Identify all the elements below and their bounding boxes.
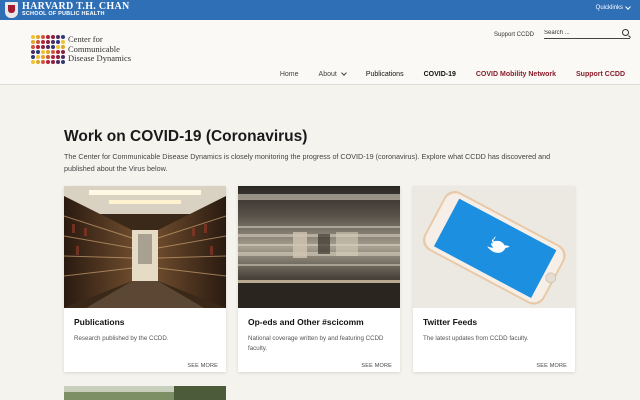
phone-twitter-image <box>413 186 575 308</box>
logo-dot <box>46 35 50 39</box>
logo-line-3: Disease Dynamics <box>68 53 132 63</box>
logo-dot <box>41 35 45 39</box>
utility-bar: Support CCDD <box>494 29 630 39</box>
logo-dot <box>51 35 55 39</box>
logo-dot <box>61 55 65 59</box>
logo-dot <box>61 60 65 64</box>
search-form <box>544 29 630 39</box>
nav-support-ccdd[interactable]: Support CCDD <box>576 71 625 78</box>
card-partial-image[interactable] <box>64 386 226 400</box>
search-icon[interactable] <box>622 29 629 36</box>
logo-dot <box>31 40 35 44</box>
nav-about[interactable]: About <box>318 70 347 78</box>
logo-dot <box>31 35 35 39</box>
logo-dot <box>56 55 60 59</box>
logo-dot <box>56 40 60 44</box>
ccdd-logo-text[interactable]: Center for Communicable Disease Dynamics <box>68 34 132 64</box>
logo-dot <box>36 50 40 54</box>
logo-dot <box>31 45 35 49</box>
logo-dot <box>41 50 45 54</box>
logo-dot <box>46 50 50 54</box>
card-description: National coverage written by and featuri… <box>248 335 384 352</box>
logo-dot <box>56 45 60 49</box>
logo-dot <box>31 60 35 64</box>
logo-dot <box>41 55 45 59</box>
logo-dot <box>46 45 50 49</box>
nav-home[interactable]: Home <box>280 71 299 78</box>
card-title: Twitter Feeds <box>423 317 478 327</box>
logo-dot <box>61 35 65 39</box>
library-stacks-image <box>64 186 226 308</box>
logo-dot <box>51 40 55 44</box>
logo-dot <box>51 50 55 54</box>
support-ccdd-link[interactable]: Support CCDD <box>494 32 534 38</box>
see-more-link[interactable]: SEE MORE <box>536 363 567 369</box>
quicklinks-menu[interactable]: Quicklinks <box>595 4 631 11</box>
logo-dot <box>41 45 45 49</box>
logo-dot <box>61 50 65 54</box>
motion-blur-train-image <box>238 186 400 308</box>
chevron-down-icon <box>340 70 347 76</box>
logo-dot <box>36 40 40 44</box>
logo-dot <box>56 60 60 64</box>
logo-dot <box>36 60 40 64</box>
logo-dot <box>31 50 35 54</box>
logo-dot <box>51 55 55 59</box>
main-nav: Home About Publications COVID-19 COVID M… <box>280 70 625 78</box>
logo-dot <box>46 40 50 44</box>
card-op-eds[interactable]: Op-eds and Other #scicomm National cover… <box>238 186 400 372</box>
logo-dot <box>61 40 65 44</box>
search-input[interactable] <box>544 30 616 36</box>
ccdd-logo-mark-icon[interactable] <box>31 35 65 64</box>
card-description: Research published by the CCDD. <box>74 335 169 342</box>
logo-dot <box>56 50 60 54</box>
harvard-shield-icon[interactable] <box>5 2 18 18</box>
card-twitter-feeds[interactable]: Twitter Feeds The latest updates from CC… <box>413 186 575 372</box>
card-publications[interactable]: Publications Research published by the C… <box>64 186 226 372</box>
logo-dot <box>51 45 55 49</box>
logo-dot <box>36 55 40 59</box>
card-description: The latest updates from CCDD faculty. <box>423 335 529 342</box>
site-header: Center for Communicable Disease Dynamics… <box>0 20 640 85</box>
nav-publications[interactable]: Publications <box>366 71 404 78</box>
logo-dot <box>31 55 35 59</box>
logo-dot <box>46 60 50 64</box>
logo-dot <box>46 55 50 59</box>
logo-dot <box>61 45 65 49</box>
logo-dot <box>36 45 40 49</box>
card-title: Publications <box>74 317 125 327</box>
logo-dot <box>56 35 60 39</box>
logo-dot <box>41 60 45 64</box>
see-more-link[interactable]: SEE MORE <box>361 363 392 369</box>
card-title: Op-eds and Other #scicomm <box>248 317 364 327</box>
harvard-top-bar: HARVARD T.H. CHAN SCHOOL OF PUBLIC HEALT… <box>0 0 640 20</box>
logo-dot <box>36 35 40 39</box>
logo-dot <box>51 60 55 64</box>
chevron-down-icon <box>625 4 631 10</box>
see-more-link[interactable]: SEE MORE <box>187 363 218 369</box>
school-name[interactable]: SCHOOL OF PUBLIC HEALTH <box>22 11 105 17</box>
logo-dot <box>41 40 45 44</box>
quicklinks-label: Quicklinks <box>595 5 623 11</box>
nav-covid-mobility-network[interactable]: COVID Mobility Network <box>476 71 556 78</box>
nav-about-label: About <box>318 71 337 78</box>
nav-covid-19[interactable]: COVID-19 <box>424 71 456 78</box>
page-intro: The Center for Communicable Disease Dyna… <box>64 152 551 173</box>
page-title: Work on COVID-19 (Coronavirus) <box>64 128 308 145</box>
